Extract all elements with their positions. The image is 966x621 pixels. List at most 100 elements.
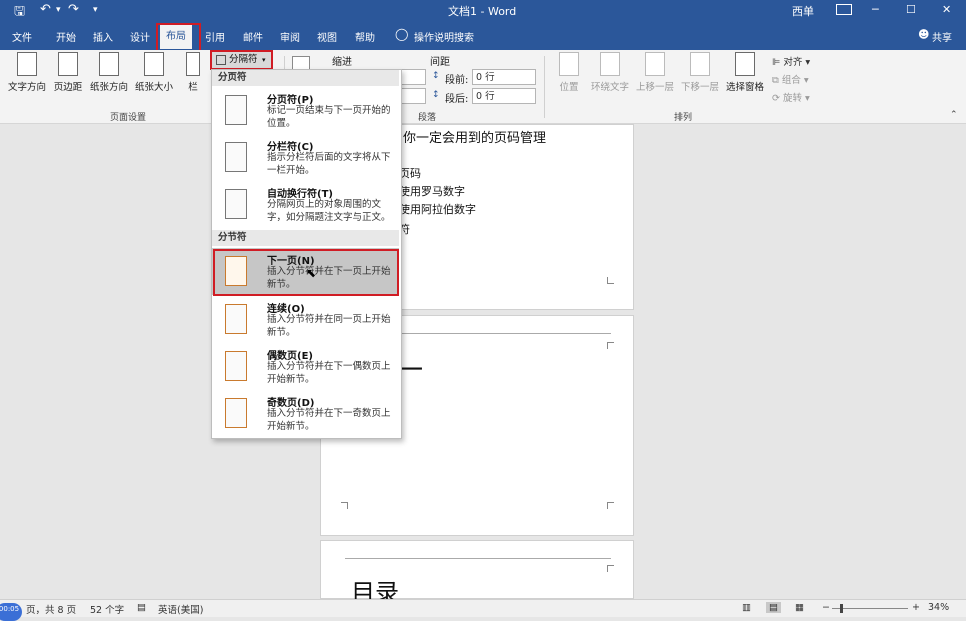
document-title: 文档1 - Word: [448, 5, 517, 18]
document-line: 使用罗马数字: [399, 185, 465, 198]
menu-item-page-break[interactable]: 分页符(P) 标记一页结束与下一页开始的位置。: [212, 87, 399, 134]
read-mode-icon[interactable]: ▥: [742, 602, 751, 613]
collapse-ribbon-icon[interactable]: ⌃: [950, 110, 958, 120]
tab-view[interactable]: 视图: [317, 29, 337, 44]
orientation-icon: [99, 52, 119, 76]
document-line: 页码: [399, 167, 421, 180]
zoom-in-button[interactable]: +: [912, 602, 920, 613]
undo-icon[interactable]: ↶: [40, 2, 51, 17]
menu-item-continuous[interactable]: 连续(O) 插入分节符并在同一页上开始新节。: [212, 296, 399, 343]
ribbon-display-options-icon[interactable]: [836, 4, 852, 15]
title-bar: 🖫 ↶ ▾ ↷ ▾ 文档1 - Word 西单 ─ ☐ ✕: [0, 0, 966, 21]
menu-item-next-page[interactable]: 下一页(N) 插入分节符并在下一页上开始新节。 ⬉: [212, 248, 399, 295]
orientation-button[interactable]: 纸张方向: [87, 52, 131, 93]
zoom-slider-thumb[interactable]: [840, 604, 843, 613]
space-before-icon: ↕: [432, 71, 440, 81]
page-breaks-header: 分页符: [212, 70, 399, 86]
document-line: 使用阿拉伯数字: [399, 203, 476, 216]
menu-item-even-page[interactable]: 偶数页(E) 插入分节符并在下一偶数页上开始新节。: [212, 343, 399, 390]
ribbon-tabs: 文件 开始 插入 设计 布局 引用 邮件 审阅 视图 帮助 ◯ 操作说明搜索 ☻…: [0, 21, 966, 50]
zoom-level[interactable]: 34%: [928, 602, 949, 613]
redo-icon[interactable]: ↷: [68, 2, 79, 17]
mouse-cursor-icon: ⬉: [306, 266, 317, 280]
margins-icon: [58, 52, 78, 76]
position-button[interactable]: 位置: [552, 52, 586, 93]
undo-dropdown-icon[interactable]: ▾: [56, 5, 61, 15]
breaks-dropdown-menu: 分页符 分页符(P) 标记一页结束与下一页开始的位置。 分栏符(C) 指示分栏符…: [211, 69, 402, 439]
tell-me-search[interactable]: 操作说明搜索: [414, 29, 474, 44]
menu-item-text-wrapping[interactable]: 自动换行符(T) 分隔网页上的对象周围的文字，如分隔题注文字与正文。: [212, 181, 399, 229]
space-before-input[interactable]: 0 行: [472, 69, 536, 85]
word-count[interactable]: 52 个字: [90, 602, 124, 616]
group-button[interactable]: ⧉ 组合 ▾: [772, 72, 809, 86]
tab-insert[interactable]: 插入: [93, 29, 113, 44]
page-setup-group-label: 页面设置: [110, 113, 147, 123]
share-button[interactable]: 共享: [932, 29, 952, 44]
breaks-button[interactable]: 分隔符 ▾: [212, 52, 271, 68]
margin-corner-mark: [607, 342, 614, 349]
tab-file[interactable]: 文件: [12, 29, 32, 44]
section-breaks-header: 分节符: [212, 230, 399, 246]
indent-label: 缩进: [332, 57, 352, 68]
odd-page-icon: [225, 398, 247, 428]
tab-mailings[interactable]: 邮件: [243, 29, 263, 44]
wrap-text-icon: [600, 52, 620, 76]
language[interactable]: 英语(美国): [158, 602, 203, 616]
minimize-button[interactable]: ─: [872, 3, 879, 16]
zoom-out-button[interactable]: −: [822, 602, 830, 613]
margins-button[interactable]: 页边距: [50, 52, 86, 93]
user-name[interactable]: 西单: [792, 3, 814, 19]
tab-references[interactable]: 引用: [205, 29, 225, 44]
columns-button[interactable]: 栏: [182, 52, 204, 93]
size-button[interactable]: 纸张大小: [132, 52, 176, 93]
menu-item-column-break[interactable]: 分栏符(C) 指示分栏符后面的文字将从下一栏开始。: [212, 134, 399, 181]
rotate-button[interactable]: ⟳ 旋转 ▾: [772, 90, 810, 104]
page-count[interactable]: 页，共 8 页: [26, 602, 76, 616]
page-break-icon: [225, 95, 247, 125]
indent-right-input[interactable]: [400, 88, 426, 104]
print-layout-icon[interactable]: ▤: [766, 602, 781, 613]
even-page-icon: [225, 351, 247, 381]
tab-layout[interactable]: 布局: [160, 24, 192, 49]
person-icon: ☻: [918, 28, 930, 41]
selection-pane-button[interactable]: 选择窗格: [723, 52, 767, 93]
margin-corner-mark: [607, 277, 614, 284]
tab-home[interactable]: 开始: [56, 29, 76, 44]
wrap-text-button[interactable]: 环绕文字: [588, 52, 632, 93]
restore-button[interactable]: ☐: [906, 3, 916, 16]
bring-forward-button[interactable]: 上移一层: [633, 52, 677, 93]
lightbulb-icon: ◯: [395, 27, 409, 41]
tab-help[interactable]: 帮助: [355, 29, 375, 44]
breaks-icon: [216, 55, 226, 65]
margin-corner-mark: [607, 502, 614, 509]
text-wrapping-icon: [225, 189, 247, 219]
menu-item-odd-page[interactable]: 奇数页(D) 插入分节符并在下一奇数页上开始新节。: [212, 390, 399, 437]
tab-design[interactable]: 设计: [130, 29, 150, 44]
send-backward-icon: [690, 52, 710, 76]
web-layout-icon[interactable]: ▦: [795, 602, 804, 613]
margin-corner-mark: [341, 502, 348, 509]
text-direction-icon: [17, 52, 37, 76]
indent-left-input[interactable]: [400, 69, 426, 85]
columns-icon: [186, 52, 200, 76]
paper-size-icon: [144, 52, 164, 76]
paragraph-group-label: 段落: [418, 113, 437, 123]
space-after-input[interactable]: 0 行: [472, 88, 536, 104]
customize-toolbar-icon[interactable]: ▾: [93, 5, 98, 15]
spacing-label: 间距: [430, 57, 450, 68]
align-button[interactable]: ⊫ 对齐 ▾: [772, 54, 810, 68]
text-direction-button[interactable]: 文字方向: [6, 52, 48, 93]
close-button[interactable]: ✕: [942, 3, 951, 16]
group-divider: [544, 56, 545, 118]
recording-timer: 00:05: [0, 603, 22, 621]
proofing-icon[interactable]: ▤: [137, 602, 146, 613]
send-backward-button[interactable]: 下移一层: [678, 52, 722, 93]
bring-forward-icon: [645, 52, 665, 76]
zoom-slider-track[interactable]: [832, 608, 908, 609]
rotate-icon: ⟳: [772, 93, 780, 104]
status-bar: 00:05 页，共 8 页 52 个字 ▤ 英语(美国) ▥ ▤ ▦ − + 3…: [0, 599, 966, 621]
selection-pane-icon: [735, 52, 755, 76]
tab-review[interactable]: 审阅: [280, 29, 300, 44]
arrange-group-label: 排列: [674, 113, 693, 123]
space-before-label: 段前:: [445, 75, 469, 86]
